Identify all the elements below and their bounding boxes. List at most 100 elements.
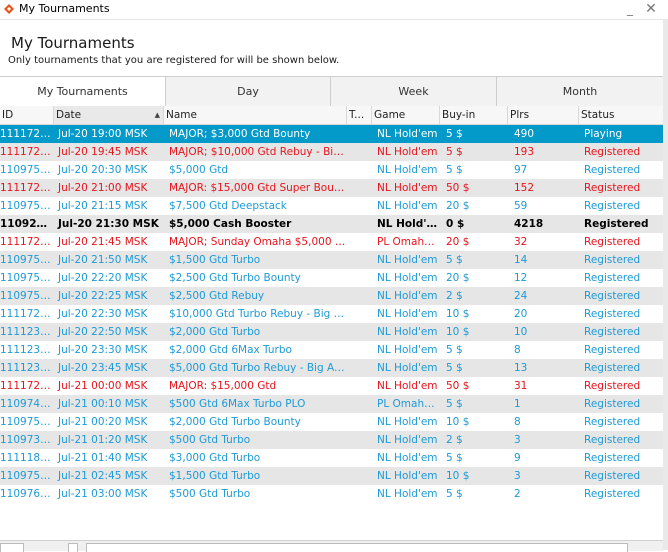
table-row[interactable]: 110975668 Jul-21 00:20 MSK $2,000 Gtd Turb… (0, 413, 663, 431)
cell-id: 111118796 (0, 452, 54, 464)
cell-id: 110975649 (0, 254, 54, 266)
cell-t (347, 431, 372, 449)
cell-status: Registered (584, 380, 641, 392)
cell-plrs: 3 (514, 470, 521, 482)
cell-status: Registered (584, 398, 641, 410)
cell-status: Registered (584, 200, 641, 212)
cell-date: Jul-21 01:40 MSK (58, 452, 148, 464)
column-header-id[interactable]: ID (0, 106, 54, 124)
cell-id: 111123695 (0, 326, 54, 338)
table-row[interactable]: 110975901 Jul-20 20:30 MSK $5,000 Gtd NL Ho… (0, 161, 663, 179)
cell-game: NL Hold'em (377, 362, 438, 374)
cell-status: Registered (584, 290, 641, 302)
table-row[interactable]: 111172589 Jul-20 22:30 MSK $10,000 Gtd Tur… (0, 305, 663, 323)
cell-t (347, 449, 372, 467)
cell-status: Registered (584, 326, 641, 338)
table-row[interactable]: 110973769 Jul-21 01:20 MSK $500 Gtd Turbo N… (0, 431, 663, 449)
table-row[interactable]: 110929886 Jul-20 21:30 MSK $5,000 Cash Boo… (0, 215, 663, 233)
cell-t (347, 269, 372, 287)
cell-name: $2,000 Gtd Turbo Bounty (169, 416, 301, 428)
column-header-status[interactable]: Status (579, 106, 663, 124)
cell-game: NL Hold'em (377, 272, 438, 284)
column-header-game[interactable]: Game (372, 106, 440, 124)
status-segment (0, 543, 24, 552)
cell-plrs: 59 (514, 200, 528, 212)
cell-id: 110929886 (0, 218, 54, 230)
table-row[interactable]: 111123621 Jul-20 23:30 MSK $2,000 Gtd 6Max… (0, 341, 663, 359)
tab-day[interactable]: Day (166, 77, 331, 106)
table-row[interactable]: 111123385 Jul-20 23:45 MSK $5,000 Gtd Turb… (0, 359, 663, 377)
cell-plrs: 3 (514, 434, 521, 446)
tournaments-table: ID Date ▲ Name T... Game Buy-in Plrs Sta… (0, 106, 663, 503)
table-row[interactable]: 110975519 Jul-20 22:20 MSK $2,500 Gtd Turb… (0, 269, 663, 287)
table-row[interactable]: 111172583 Jul-20 19:00 MSK MAJOR; $3,000 G… (0, 125, 663, 143)
table-header: ID Date ▲ Name T... Game Buy-in Plrs Sta… (0, 106, 663, 125)
cell-game: NL Hold'em (377, 380, 438, 392)
cell-id: 111172583 (0, 128, 54, 140)
cell-game: NL Hold'em (377, 344, 438, 356)
table-row[interactable]: 110976314 Jul-21 03:00 MSK $500 Gtd Turbo N… (0, 485, 663, 503)
column-header-buyin[interactable]: Buy-in (440, 106, 508, 124)
table-row[interactable]: 111172486 Jul-21 00:00 MSK MAJOR: $15,000 … (0, 377, 663, 395)
table-row[interactable]: 110975525 Jul-20 21:15 MSK $7,500 Gtd Deep… (0, 197, 663, 215)
cell-t (347, 485, 372, 503)
cell-date: Jul-20 23:30 MSK (58, 344, 148, 356)
table-row[interactable]: 111172516 Jul-20 19:45 MSK MAJOR; $10,000 … (0, 143, 663, 161)
cell-id: 110975519 (0, 272, 54, 284)
column-header-type[interactable]: T... (347, 106, 372, 124)
cell-plrs: 20 (514, 308, 528, 320)
cell-id: 110973769 (0, 434, 54, 446)
cell-name: $5,000 Gtd (169, 164, 228, 176)
page-title: My Tournaments (11, 34, 135, 52)
spade-logo-icon (4, 4, 14, 14)
tab-my-tournaments[interactable]: My Tournaments (0, 77, 166, 107)
cell-buyin: 10 $ (446, 326, 470, 338)
cell-id: 110974254 (0, 398, 54, 410)
cell-date: Jul-20 21:15 MSK (58, 200, 148, 212)
table-row[interactable]: 111172468 Jul-20 21:45 MSK MAJOR; Sunday O… (0, 233, 663, 251)
column-header-players[interactable]: Plrs (508, 106, 579, 124)
table-row[interactable]: 110975649 Jul-20 21:50 MSK $1,500 Gtd Turb… (0, 251, 663, 269)
cell-plrs: 10 (514, 326, 528, 338)
cell-date: Jul-20 19:45 MSK (58, 146, 148, 158)
status-segment (86, 543, 628, 552)
cell-date: Jul-20 22:20 MSK (58, 272, 148, 284)
cell-status: Registered (584, 272, 641, 284)
cell-name: $10,000 Gtd Turbo Rebuy - Big Add... (169, 308, 347, 320)
close-button[interactable]: ✕ (642, 0, 660, 19)
cell-t (347, 359, 372, 377)
cell-status: Registered (584, 434, 641, 446)
table-row[interactable]: 110975643 Jul-21 02:45 MSK $1,500 Gtd Turb… (0, 467, 663, 485)
cell-id: 110975525 (0, 200, 54, 212)
cell-name: $2,000 Gtd Turbo (169, 326, 261, 338)
cell-name: $3,000 Gtd Turbo (169, 452, 261, 464)
cell-t (347, 215, 372, 233)
cell-game: NL Hold'em (377, 146, 438, 158)
status-segment (68, 543, 78, 552)
cell-buyin: 5 $ (446, 146, 463, 158)
sort-ascending-icon: ▲ (154, 111, 160, 119)
cell-date: Jul-20 22:25 MSK (58, 290, 148, 302)
cell-t (347, 377, 372, 395)
cell-game: PL Omaha Hi (377, 236, 440, 248)
cell-t (347, 341, 372, 359)
cell-name: $2,000 Gtd 6Max Turbo (169, 344, 292, 356)
cell-status: Registered (584, 308, 641, 320)
table-row[interactable]: 111118796 Jul-21 01:40 MSK $3,000 Gtd Turb… (0, 449, 663, 467)
tab-month[interactable]: Month (497, 77, 663, 106)
minimize-button[interactable]: _ (621, 0, 639, 19)
table-row[interactable]: 110974254 Jul-21 00:10 MSK $500 Gtd 6Max T… (0, 395, 663, 413)
cell-game: NL Hold'em (377, 326, 438, 338)
cell-date: Jul-20 21:00 MSK (58, 182, 148, 194)
table-row[interactable]: 111172595 Jul-20 21:00 MSK MAJOR: $15,000 … (0, 179, 663, 197)
tab-week[interactable]: Week (331, 77, 497, 106)
cell-game: NL Hold'em (377, 218, 440, 230)
table-row[interactable]: 110975530 Jul-20 22:25 MSK $2,500 Gtd Rebu… (0, 287, 663, 305)
title-bar: My Tournaments _ ✕ (0, 0, 668, 20)
column-header-date[interactable]: Date ▲ (54, 106, 164, 124)
table-row[interactable]: 111123695 Jul-20 22:50 MSK $2,000 Gtd Turb… (0, 323, 663, 341)
cell-status: Registered (584, 452, 641, 464)
window-title: My Tournaments (19, 2, 110, 15)
column-header-name[interactable]: Name (164, 106, 347, 124)
cell-game: NL Hold'em (377, 488, 438, 500)
